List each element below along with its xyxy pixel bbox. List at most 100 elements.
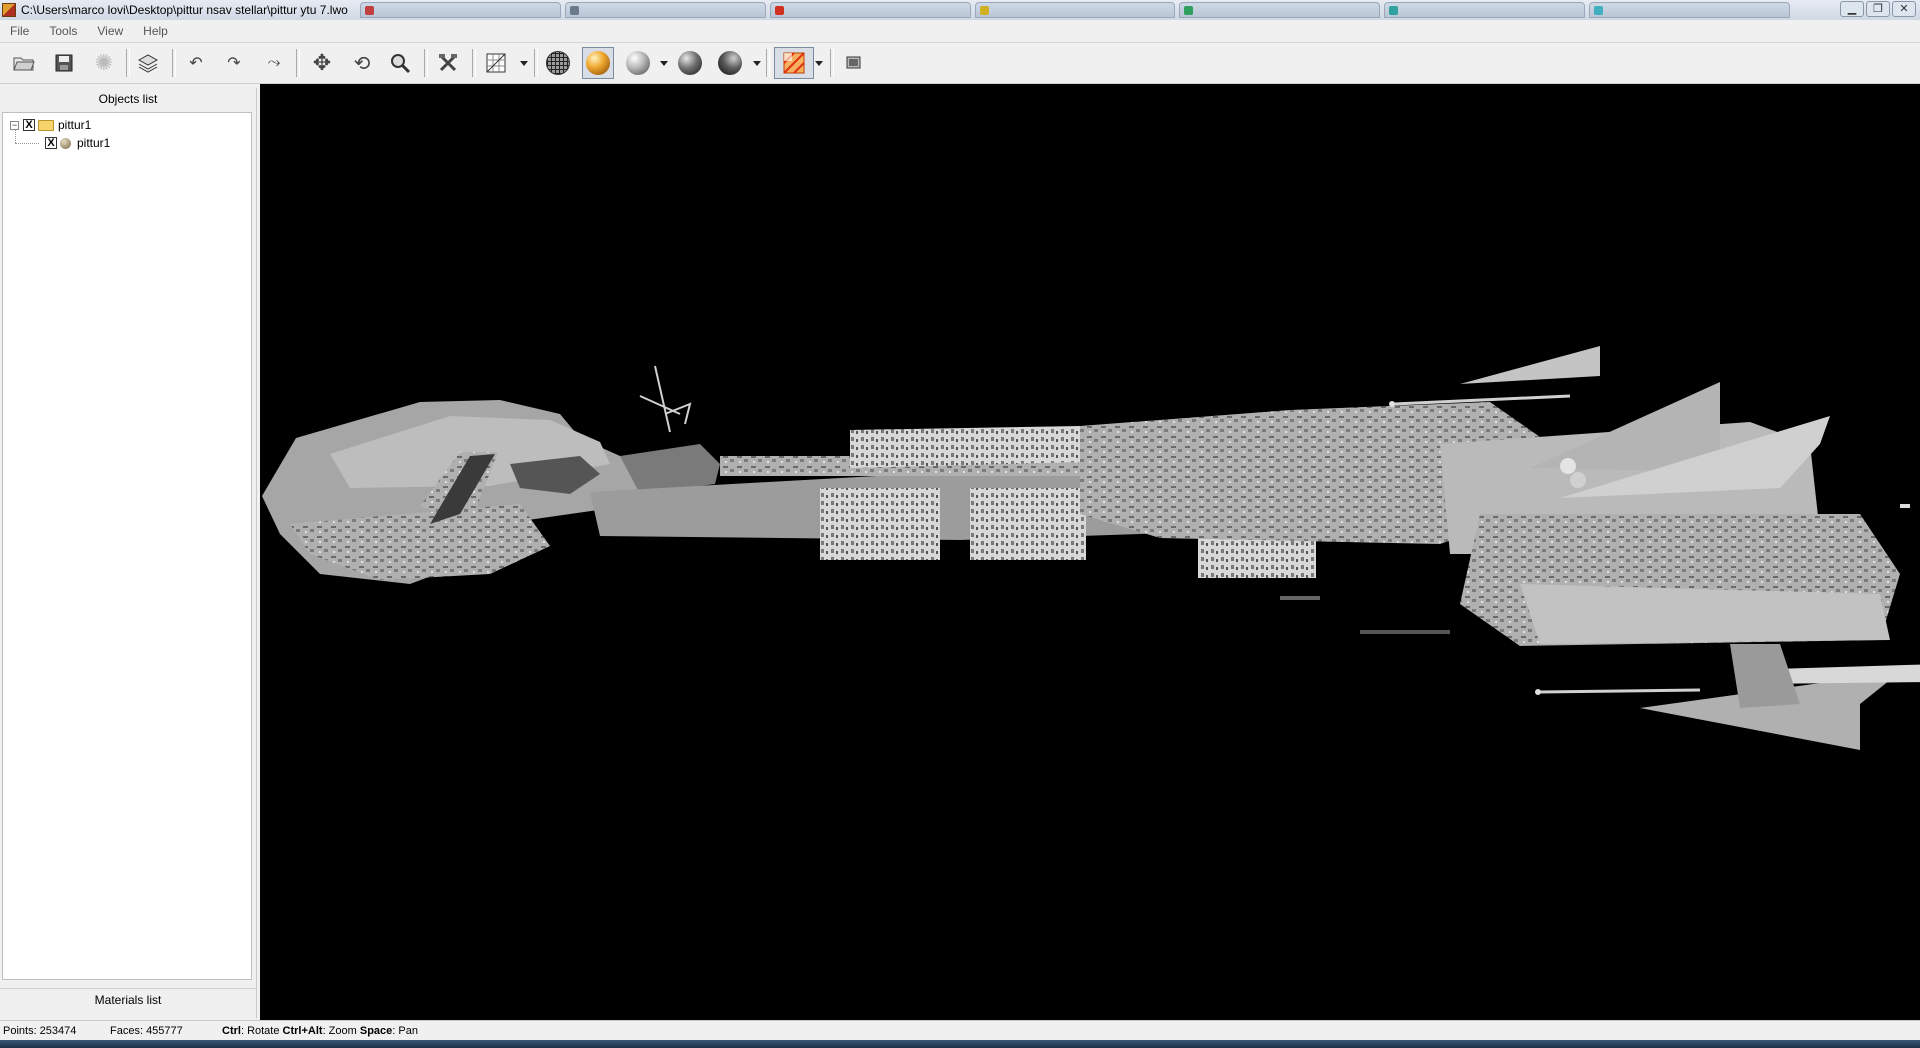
background-tab[interactable]	[974, 2, 1176, 18]
tab-favicon-icon	[569, 6, 579, 15]
mesh-object-icon	[60, 137, 71, 149]
texture-toggle-dropdown-arrow[interactable]	[815, 61, 823, 66]
texture-toggle-button[interactable]	[774, 47, 814, 79]
toolbar-separator	[424, 49, 428, 77]
zoom-button[interactable]	[384, 47, 416, 79]
toolbar: ✺ ↶ ↷ ⤳ ✥ ⟲	[0, 43, 1920, 84]
save-button[interactable]	[48, 47, 80, 79]
3d-viewport[interactable]	[260, 84, 1920, 1020]
background-tab[interactable]	[1179, 2, 1381, 18]
settings-gear-icon: ✺	[94, 50, 114, 75]
menu-bar: File Tools View Help	[0, 20, 1920, 43]
spine-top-greebles	[850, 426, 1084, 468]
shaded-sphere-icon	[586, 51, 610, 75]
texture-grid-button[interactable]	[480, 47, 512, 79]
tools-button[interactable]	[432, 47, 464, 79]
hint-key-space: Space	[359, 1025, 393, 1037]
dark-mode-button[interactable]	[714, 47, 746, 79]
grid-texture-icon	[486, 53, 506, 73]
texture-dropdown-arrow[interactable]	[520, 61, 528, 66]
tab-favicon-icon	[774, 6, 784, 15]
restore-icon: ❐	[1873, 3, 1883, 15]
faces-count: Faces: 455777	[110, 1025, 183, 1037]
sensor-sphere	[1560, 458, 1576, 474]
background-tab[interactable]	[769, 2, 971, 18]
screen-button[interactable]	[838, 47, 870, 79]
lower-antenna-spike	[1539, 688, 1701, 694]
layers-button[interactable]	[132, 47, 164, 79]
tree-item-group[interactable]: − X pittur1	[10, 117, 91, 133]
materials-list-header: Materials list	[0, 988, 256, 1013]
status-bar: Points: 253474 Faces: 455777 Ctrl: Rotat…	[0, 1020, 1920, 1041]
tree-item-label: pittur1	[58, 118, 92, 132]
debris-fragment	[1280, 596, 1320, 600]
background-tab[interactable]	[564, 2, 766, 18]
app-icon[interactable]	[2, 3, 16, 17]
settings-button[interactable]: ✺	[88, 47, 120, 79]
tab-favicon-icon	[979, 6, 989, 15]
move-button[interactable]: ✥	[306, 47, 338, 79]
toolbar-separator	[296, 49, 300, 77]
redo-button[interactable]: ↷	[218, 47, 250, 79]
wireframe-mode-button[interactable]	[542, 47, 574, 79]
aft-support-strut	[1730, 644, 1800, 708]
close-button[interactable]: ✕	[1892, 1, 1916, 17]
flat-mode-button[interactable]	[674, 47, 706, 79]
window-title: C:\Users\marco lovi\Desktop\pittur nsav …	[21, 3, 348, 17]
collapse-toggle-icon[interactable]: −	[10, 120, 19, 130]
debris-fragment	[1900, 504, 1910, 508]
smooth-mode-button[interactable]	[622, 47, 654, 79]
minimize-icon: ▁	[1847, 3, 1857, 15]
lower-antenna-tip	[1535, 689, 1541, 695]
dark-dropdown-arrow[interactable]	[753, 61, 761, 66]
upper-antenna-tip	[1389, 401, 1395, 407]
menu-file[interactable]: File	[0, 20, 39, 42]
dorsal-fin-upper	[1460, 346, 1600, 384]
smooth-dropdown-arrow[interactable]	[660, 61, 668, 66]
background-tab[interactable]	[1384, 2, 1586, 18]
hint-action-rotate: : Rotate	[240, 1025, 283, 1037]
tree-connector	[15, 143, 39, 144]
open-button[interactable]	[8, 47, 40, 79]
hint-action-pan: : Pan	[392, 1025, 418, 1037]
tab-favicon-icon	[1389, 6, 1399, 15]
tab-favicon-icon	[365, 6, 374, 15]
objects-tree[interactable]: − X pittur1 X pittur1	[2, 112, 252, 980]
rotate-button[interactable]: ⟲	[346, 47, 378, 79]
flat-sphere-icon	[678, 51, 702, 75]
open-folder-icon	[13, 57, 35, 71]
tree-item-label: pittur1	[77, 136, 111, 150]
layers-icon	[137, 54, 159, 73]
sensor-sphere	[1570, 472, 1586, 488]
rotate-icon: ⟲	[353, 52, 371, 75]
toolbar-separator	[766, 49, 770, 77]
save-icon	[55, 54, 73, 72]
smooth-sphere-icon	[626, 51, 650, 75]
background-tab[interactable]	[360, 2, 561, 18]
menu-help[interactable]: Help	[133, 20, 178, 42]
tab-favicon-icon	[1184, 6, 1194, 15]
move-icon: ✥	[312, 50, 332, 75]
toolbar-separator	[172, 49, 176, 77]
toolbar-separator	[126, 49, 130, 77]
toolbar-separator	[534, 49, 538, 77]
tab-favicon-icon	[1594, 6, 1604, 15]
hint-action-zoom: : Zoom	[322, 1025, 360, 1037]
antenna-mast	[639, 365, 692, 433]
visibility-checkbox[interactable]: X	[23, 119, 35, 131]
windows-taskbar[interactable]	[0, 1040, 1920, 1048]
tree-item-mesh[interactable]: X pittur1	[45, 135, 110, 151]
minimize-button[interactable]: ▁	[1840, 1, 1864, 17]
spaceship-model	[262, 346, 1920, 750]
shaded-mode-button[interactable]	[582, 47, 614, 79]
background-tab[interactable]	[1589, 2, 1791, 18]
menu-view[interactable]: View	[87, 20, 133, 42]
visibility-checkbox[interactable]: X	[45, 137, 57, 149]
cargo-pod	[820, 488, 940, 560]
restore-button[interactable]: ❐	[1866, 1, 1890, 17]
undo-icon: ↶	[189, 55, 203, 72]
undo-button[interactable]: ↶	[180, 47, 212, 79]
menu-tools[interactable]: Tools	[39, 20, 87, 42]
left-panel: Objects list − X pittur1 X pittur1 Mater…	[0, 88, 257, 1018]
reset-button[interactable]: ⤳	[258, 47, 290, 79]
